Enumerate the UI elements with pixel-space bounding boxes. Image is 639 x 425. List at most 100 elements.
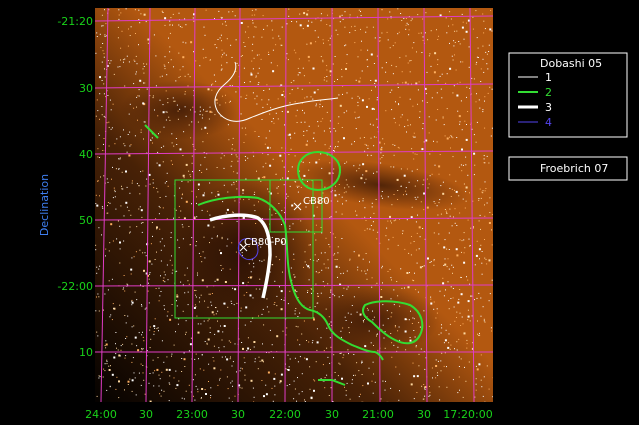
- star: [101, 114, 103, 116]
- star: [171, 314, 173, 316]
- star: [453, 85, 455, 87]
- star: [252, 387, 254, 389]
- star: [452, 379, 454, 381]
- star: [305, 358, 308, 361]
- star: [134, 135, 136, 137]
- star: [484, 127, 486, 129]
- star: [345, 320, 347, 321]
- star: [491, 229, 492, 231]
- star: [143, 72, 145, 74]
- star: [443, 365, 445, 367]
- star: [125, 338, 127, 339]
- star: [105, 343, 108, 346]
- star: [253, 57, 255, 59]
- star: [377, 349, 379, 351]
- star: [133, 59, 135, 61]
- star: [158, 205, 160, 207]
- star: [147, 38, 150, 41]
- star: [463, 252, 465, 254]
- star: [250, 271, 252, 273]
- star: [312, 67, 315, 70]
- star: [123, 61, 124, 63]
- star: [107, 181, 109, 183]
- star: [230, 300, 232, 302]
- star: [284, 212, 286, 214]
- star: [456, 349, 458, 351]
- star: [159, 131, 161, 133]
- star: [203, 109, 204, 111]
- star: [320, 120, 322, 122]
- star: [335, 185, 336, 187]
- star: [290, 137, 292, 139]
- star: [367, 269, 368, 271]
- star: [435, 317, 437, 319]
- star: [299, 312, 301, 314]
- star: [374, 83, 376, 84]
- star: [289, 102, 291, 104]
- star: [405, 187, 407, 189]
- star: [146, 63, 148, 65]
- star: [232, 144, 233, 146]
- star: [395, 219, 397, 221]
- legend-froebrich[interactable]: Froebrich 07: [508, 156, 628, 181]
- star: [387, 271, 389, 272]
- sky-viewer[interactable]: CB80 CB80-P0 -21:20 30 40 50 -22:00 10 2…: [0, 0, 639, 425]
- star: [126, 151, 128, 153]
- star: [361, 374, 363, 375]
- star: [207, 306, 209, 308]
- star: [200, 323, 202, 325]
- star: [122, 188, 124, 190]
- star: [152, 372, 154, 374]
- star: [429, 262, 431, 263]
- star: [120, 205, 122, 207]
- star: [272, 49, 274, 51]
- star: [225, 94, 226, 96]
- star: [176, 104, 178, 106]
- star: [223, 155, 225, 157]
- star: [405, 28, 407, 30]
- star: [273, 377, 276, 380]
- star: [196, 315, 198, 317]
- star: [231, 148, 233, 150]
- star: [281, 94, 284, 96]
- x-tick: 30: [325, 408, 339, 421]
- star: [253, 341, 256, 343]
- star: [204, 126, 207, 129]
- star: [424, 386, 426, 388]
- star: [339, 104, 342, 107]
- star: [382, 282, 383, 284]
- legend-dobashi[interactable]: Dobashi 05 1 2 3 4: [508, 52, 628, 138]
- star: [428, 183, 430, 185]
- star: [428, 55, 430, 57]
- star: [236, 188, 238, 190]
- star: [357, 266, 359, 268]
- star: [474, 164, 476, 166]
- star: [436, 92, 438, 94]
- star: [337, 141, 339, 143]
- star: [308, 169, 310, 171]
- star: [469, 283, 471, 285]
- star: [416, 153, 418, 155]
- star: [128, 210, 130, 212]
- star: [162, 12, 164, 13]
- star: [374, 381, 376, 383]
- star: [301, 333, 303, 335]
- star: [461, 129, 463, 131]
- star: [320, 13, 322, 15]
- star: [125, 201, 128, 204]
- star: [180, 281, 182, 283]
- star: [458, 376, 460, 378]
- star: [449, 67, 452, 70]
- star: [160, 275, 161, 277]
- star: [364, 229, 366, 231]
- star: [164, 281, 166, 283]
- star: [361, 270, 363, 272]
- star: [470, 227, 472, 229]
- star: [185, 200, 188, 203]
- sky-image[interactable]: [95, 8, 494, 404]
- star: [463, 239, 465, 241]
- star: [351, 143, 353, 145]
- star: [436, 29, 437, 31]
- star: [119, 158, 121, 160]
- star: [99, 376, 101, 378]
